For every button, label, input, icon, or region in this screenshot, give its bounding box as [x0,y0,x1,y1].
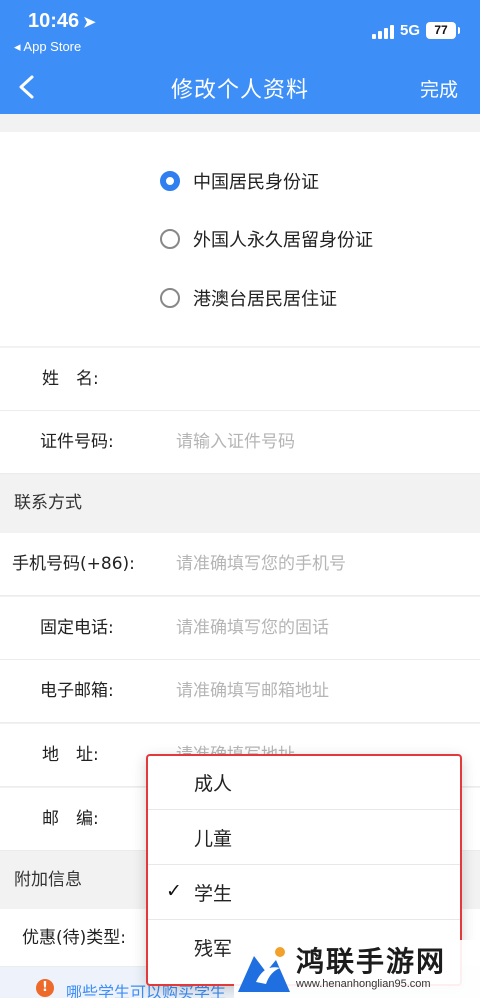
postcode-label: 邮 编: [42,809,99,829]
option-label: 残军 [194,938,233,960]
option-label: 成人 [194,773,233,795]
address-label: 地 址: [42,745,99,765]
id-type-label: 港澳台居民居住证 [193,289,337,310]
checkmark-icon: ✓ [166,880,182,902]
section-title: 附加信息 [14,870,82,890]
id-type-section: 中国居民身份证 外国人永久居留身份证 港澳台居民居住证 [0,132,480,346]
mobile-label: 手机号码(+86): [12,554,135,574]
navigation-bar: 修改个人资料 完成 [0,60,480,114]
watermark-title: 鸿联手游网 [296,945,447,978]
name-row: 姓 名: [0,348,480,411]
done-button[interactable]: 完成 [420,75,458,102]
dropdown-option-adult[interactable]: 成人 [148,756,460,810]
email-input[interactable] [176,676,466,706]
email-row: 电子邮箱: [0,660,480,723]
time-text: 10:46 [28,10,80,32]
id-type-option-foreign[interactable]: 外国人永久居留身份证 [160,219,373,259]
page-title: 修改个人资料 [170,78,309,103]
radio-unselected-icon [160,229,180,249]
mobile-row: 手机号码(+86): [0,533,480,596]
section-title: 联系方式 [14,493,82,513]
watermark-url: www.henanhonglian95.com [296,978,431,990]
id-number-label: 证件号码: [40,432,114,452]
radio-selected-icon [160,171,180,191]
discount-type-label: 优惠(待)类型: [22,928,126,948]
landline-input[interactable] [176,613,466,643]
id-number-row: 证件号码: [0,411,480,474]
option-label: 儿童 [194,828,233,850]
status-time: 10:46 ➤ [28,10,96,33]
location-arrow-icon: ➤ [83,14,96,31]
network-type: 5G [400,22,421,39]
id-number-input[interactable] [176,427,466,457]
watermark-logo-icon [238,947,290,992]
dropdown-option-child[interactable]: 儿童 [148,811,460,865]
name-input[interactable] [176,364,466,394]
radio-unselected-icon [160,288,180,308]
dropdown-option-student[interactable]: ✓ 学生 [148,866,460,920]
option-label: 学生 [194,883,233,905]
landline-row: 固定电话: [0,597,480,660]
name-label: 姓 名: [42,369,99,389]
contact-section-header: 联系方式 [0,475,480,532]
id-type-option-hmt[interactable]: 港澳台居民居住证 [160,278,337,318]
cellular-signal-icon [372,25,394,39]
mobile-input[interactable] [176,549,466,579]
status-bar: 10:46 ➤ ◂ App Store 5G 77 [0,0,480,60]
back-to-app-store-link[interactable]: ◂ App Store [14,39,81,55]
id-type-label: 外国人永久居留身份证 [193,230,373,251]
id-type-label: 中国居民身份证 [193,172,319,193]
site-watermark: 鸿联手游网 www.henanhonglian95.com [234,940,480,998]
warning-icon: ! [36,979,54,997]
battery-icon: 77 [426,22,460,39]
landline-label: 固定电话: [40,618,114,638]
email-label: 电子邮箱: [40,681,114,701]
id-type-option-cn[interactable]: 中国居民身份证 [160,161,319,201]
